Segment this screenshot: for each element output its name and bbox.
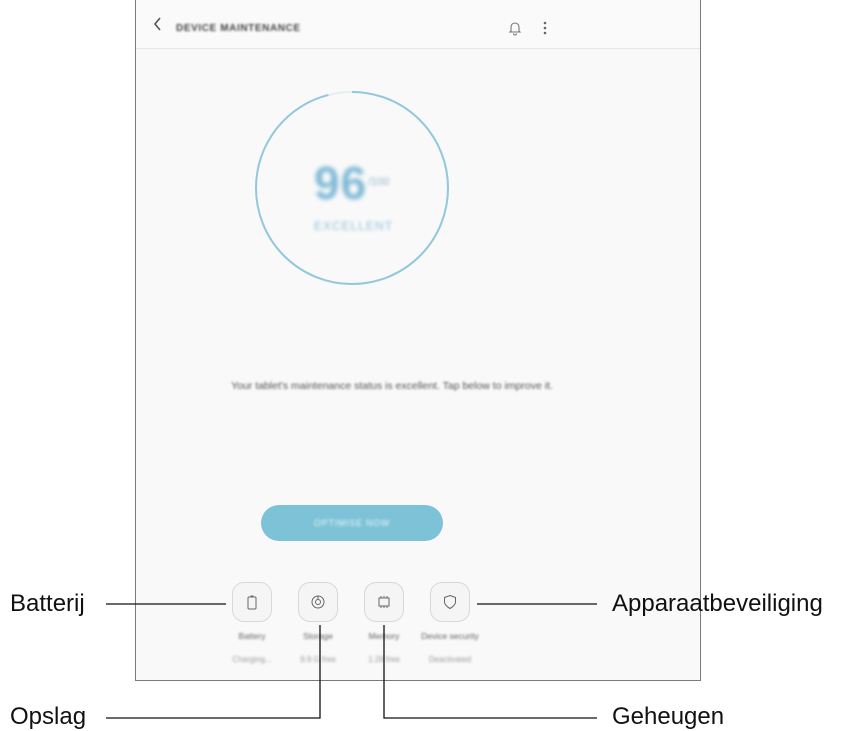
callout-line-opslag — [106, 625, 321, 719]
callout-lines — [106, 603, 597, 719]
callout-batterij: Batterij — [10, 590, 85, 617]
callout-geheugen: Geheugen — [612, 703, 725, 730]
callout-opslag: Opslag — [10, 703, 87, 730]
callout-apparaatbeveiliging: Apparaatbeveiliging — [612, 590, 823, 617]
callout-line-geheugen — [383, 625, 597, 719]
